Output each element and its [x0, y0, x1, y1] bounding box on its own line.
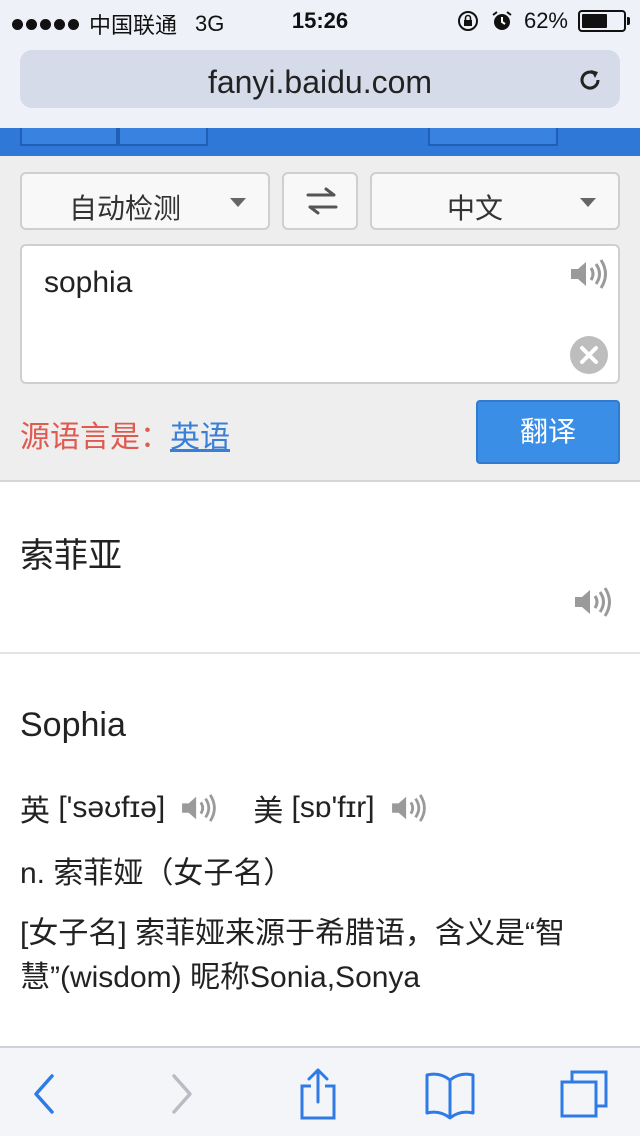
chevron-down-icon: [230, 198, 246, 207]
us-label: 美: [253, 795, 284, 828]
speaker-icon[interactable]: [568, 258, 608, 290]
us-phonetic: [sɒ'fɪr]: [291, 791, 375, 824]
address-bar[interactable]: fanyi.baidu.com: [20, 50, 620, 108]
battery-icon: [578, 10, 630, 32]
swap-arrows-icon: [306, 187, 338, 215]
chevron-down-icon: [580, 198, 596, 207]
clear-input-button[interactable]: [570, 336, 608, 374]
header-tab-right[interactable]: [428, 128, 558, 146]
browser-toolbar: [0, 1046, 640, 1136]
book-icon: [425, 1072, 475, 1120]
phonetics-row: 英 ['səʊfɪə] 美 [sɒ'fɪr]: [20, 786, 463, 830]
forward-button[interactable]: [152, 1066, 212, 1122]
source-text-input[interactable]: sophia: [20, 244, 620, 384]
translation-text: 索菲亚: [20, 537, 122, 575]
translation-result: 索菲亚: [0, 482, 640, 654]
browser-address-area: fanyi.baidu.com: [0, 40, 640, 128]
tabs-icon: [560, 1070, 608, 1118]
battery-percent: 62%: [523, 8, 568, 33]
uk-phonetic: ['səʊfɪə]: [58, 791, 166, 824]
back-button[interactable]: [14, 1066, 74, 1122]
rotation-lock-icon: [457, 11, 478, 31]
definition-primary: n. 索菲娅（女子名）: [20, 857, 294, 890]
us-speaker-icon[interactable]: [389, 793, 427, 823]
tabs-button[interactable]: [554, 1066, 614, 1122]
reload-icon[interactable]: [574, 64, 606, 96]
detected-language-prefix: 源语言是：: [20, 421, 170, 454]
speaker-icon[interactable]: [572, 586, 612, 618]
swap-languages-button[interactable]: [282, 172, 358, 230]
page-header-strip: [0, 128, 640, 156]
uk-speaker-icon[interactable]: [179, 793, 217, 823]
source-language-label: 自动检测: [68, 193, 181, 224]
target-language-select[interactable]: 中文: [370, 172, 620, 230]
target-language-label: 中文: [446, 193, 503, 224]
header-tab-menu[interactable]: [118, 128, 208, 146]
dictionary-entry: Sophia 英 ['səʊfɪə] 美 [sɒ'fɪr] n. 索菲娅（女子名…: [0, 656, 640, 1048]
close-icon: [580, 346, 598, 364]
translate-button[interactable]: 翻译: [476, 400, 620, 464]
detected-language-link[interactable]: 英语: [170, 421, 230, 454]
chevron-right-icon: [172, 1074, 192, 1114]
dictionary-word: Sophia: [20, 706, 126, 744]
battery-fill: [582, 14, 607, 28]
chevron-left-icon: [34, 1074, 54, 1114]
detected-language: 源语言是：英语: [20, 412, 230, 456]
uk-label: 英: [20, 795, 50, 828]
status-bar: 中国联通 3G 15:26 62%: [0, 0, 640, 40]
url-text[interactable]: fanyi.baidu.com: [20, 64, 620, 101]
source-text[interactable]: sophia: [44, 266, 132, 300]
share-button[interactable]: [288, 1066, 348, 1122]
source-language-select[interactable]: 自动检测: [20, 172, 270, 230]
header-tab-left[interactable]: [20, 128, 118, 146]
translation-controls: 自动检测 中文 sophia 源语言是：英语 翻译: [0, 156, 640, 482]
bookmarks-button[interactable]: [420, 1066, 480, 1122]
alarm-icon: [492, 11, 512, 30]
share-icon: [300, 1068, 336, 1120]
definition-secondary: [女子名] 索菲娅来源于希腊语，含义是“智慧”(wisdom) 昵称Sonia,…: [20, 917, 565, 994]
